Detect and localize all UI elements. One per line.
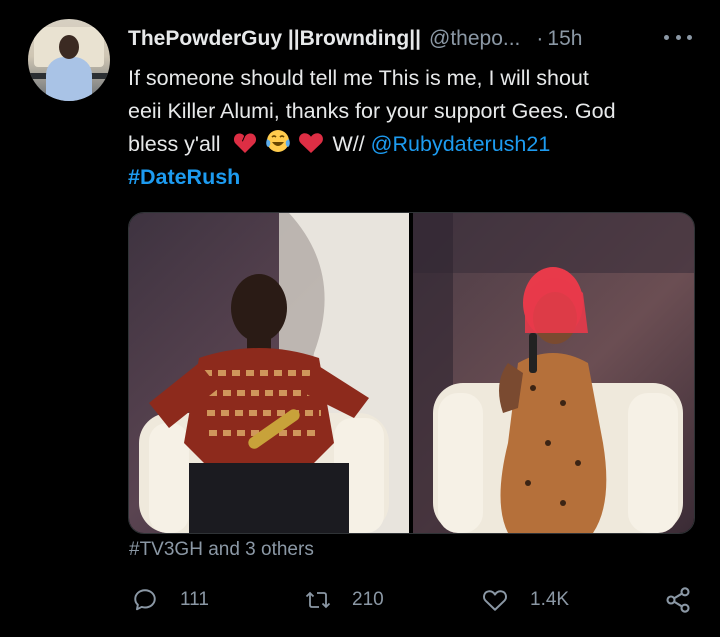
user-handle[interactable]: @thepo... [429,27,520,51]
profile-avatar[interactable] [28,19,110,101]
man-with-microphone-illustration [139,213,409,533]
share-icon [666,587,690,613]
display-name[interactable]: ThePowderGuy ||Brownding|| [128,27,421,51]
tweet-text-fragment: bless y'all [128,132,221,156]
tweet-media[interactable] [128,212,695,534]
media-image-2[interactable] [413,213,694,533]
mention-link[interactable]: @Rubydaterush21 [371,132,551,156]
woman-with-microphone-illustration [413,213,694,533]
reply-icon [134,589,156,611]
separator-dot: · [536,27,544,50]
tweet-header: ThePowderGuy ||Brownding|| @thepo... · 1… [128,26,582,52]
more-options-icon[interactable] [664,27,692,47]
red-heart-icon [299,133,324,153]
media-image-1[interactable] [129,213,409,533]
share-button[interactable] [664,585,692,615]
hashtags-and-others[interactable]: #TV3GH and 3 others [129,539,314,561]
tweet-actions: 111 210 1.4K [132,585,696,615]
broken-heart-icon [233,133,256,153]
reply-count: 111 [180,589,209,610]
tweet-text-line: If someone should tell me This is me, I … [128,66,589,90]
tweet-text-line: eeii Killer Alumi, thanks for your suppo… [128,99,616,123]
retweet-button[interactable]: 210 [304,585,384,615]
tweet-timestamp[interactable]: 15h [547,27,582,51]
like-heart-icon [483,590,507,611]
retweet-icon [305,591,331,609]
tweet-text-fragment: W// [326,132,371,156]
face-with-tears-of-joy-icon [265,130,290,152]
tweet-text: If someone should tell me This is me, I … [128,62,698,194]
tweet-text-line-3: bless y'all W// @Rubydaterush21 [128,128,698,161]
hashtag-link[interactable]: #DateRush [128,161,698,194]
like-button[interactable]: 1.4K [482,585,569,615]
retweet-count: 210 [352,589,384,610]
like-count: 1.4K [530,589,570,610]
reply-button[interactable]: 111 [132,585,209,615]
